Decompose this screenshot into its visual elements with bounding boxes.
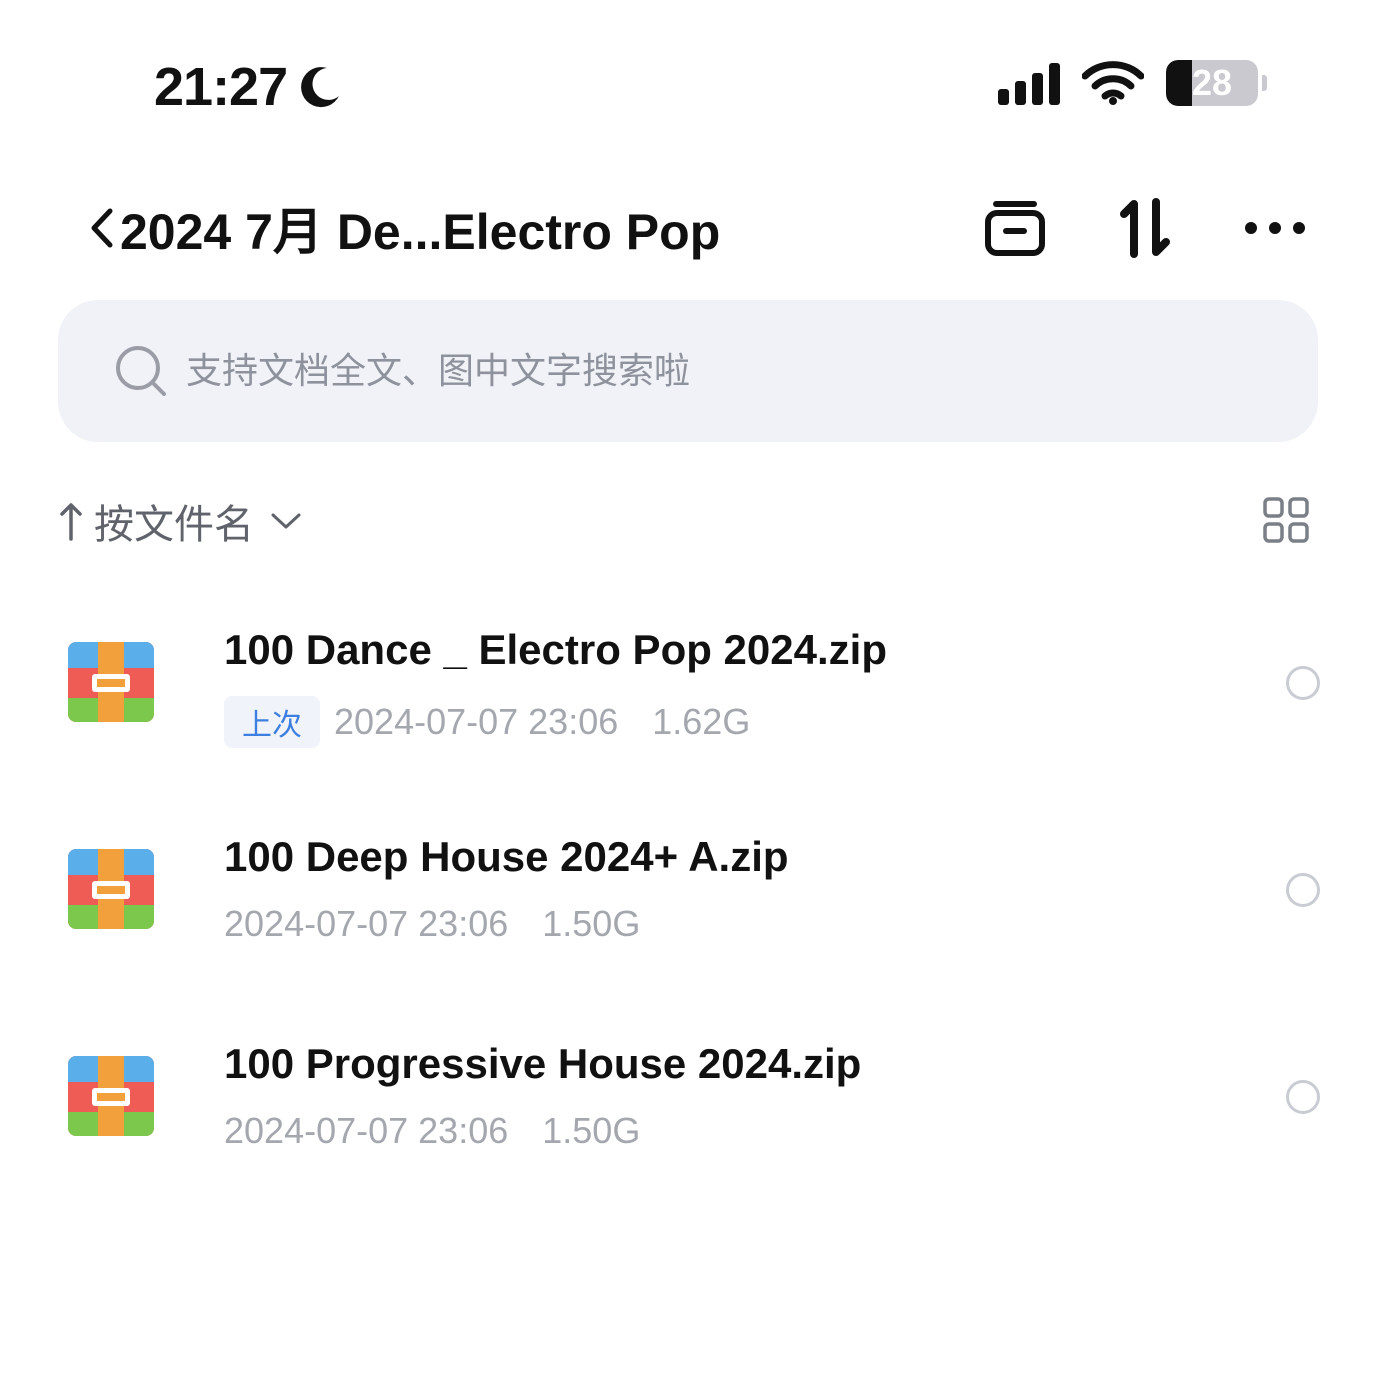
file-date: 2024-07-07 23:06	[334, 701, 619, 742]
page-title: 2024 7月 De...Electro Pop	[120, 204, 721, 260]
status-bar-time: 21:27	[154, 56, 343, 118]
nav-actions	[984, 188, 1306, 268]
file-size: 1.62G	[652, 701, 751, 742]
nav-bar: 2024 7月 De...Electro Pop	[86, 188, 1306, 268]
moon-icon	[301, 67, 340, 108]
battery-cap	[1262, 75, 1267, 91]
file-size: 1.50G	[542, 903, 641, 944]
sort-arrows-icon[interactable]	[1118, 198, 1172, 258]
wifi-icon	[1082, 61, 1144, 105]
sort-label: 按文件名	[94, 503, 254, 547]
bookmark-box-icon[interactable]	[984, 199, 1046, 257]
search-input[interactable]	[186, 350, 1086, 392]
search-bar[interactable]	[58, 300, 1318, 442]
file-meta: 2024-07-07 23:06 1.50G	[224, 1110, 640, 1152]
battery-icon: 28	[1166, 60, 1258, 106]
zip-archive-icon	[68, 642, 154, 722]
list-item[interactable]: 100 Dance _ Electro Pop 2024.zip 上次 2024…	[0, 626, 1376, 776]
select-radio[interactable]	[1286, 666, 1320, 700]
file-browser-screen: 21:27 28 2024 7月 De...Electro Pop 支持文档全文…	[0, 0, 1376, 1376]
battery-indicator: 28	[1166, 60, 1267, 106]
sort-selector[interactable]: 按文件名	[58, 492, 302, 550]
select-radio[interactable]	[1286, 1080, 1320, 1114]
zip-archive-icon	[68, 849, 154, 929]
select-radio[interactable]	[1286, 873, 1320, 907]
chevron-left-icon[interactable]	[86, 205, 116, 251]
more-icon[interactable]	[1244, 221, 1306, 235]
file-name: 100 Dance _ Electro Pop 2024.zip	[224, 626, 887, 673]
file-name: 100 Progressive House 2024.zip	[224, 1040, 862, 1087]
status-bar-indicators: 28	[998, 60, 1267, 106]
time-label: 21:27	[154, 57, 288, 117]
file-date: 2024-07-07 23:06	[224, 903, 509, 944]
search-icon	[116, 346, 166, 396]
file-meta: 上次 2024-07-07 23:06 1.62G	[224, 696, 750, 748]
file-name: 100 Deep House 2024+ A.zip	[224, 833, 789, 880]
list-item[interactable]: 100 Deep House 2024+ A.zip 2024-07-07 23…	[0, 833, 1376, 983]
file-size: 1.50G	[542, 1110, 641, 1151]
list-item[interactable]: 100 Progressive House 2024.zip 2024-07-0…	[0, 1040, 1376, 1190]
arrow-up-icon	[60, 503, 82, 541]
file-date: 2024-07-07 23:06	[224, 1110, 509, 1151]
cellular-signal-icon	[998, 61, 1060, 105]
last-opened-badge: 上次	[224, 696, 320, 748]
battery-level: 28	[1191, 62, 1233, 103]
file-meta: 2024-07-07 23:06 1.50G	[224, 903, 640, 945]
grid-view-icon[interactable]	[1262, 496, 1310, 544]
chevron-down-icon	[271, 513, 301, 529]
zip-archive-icon	[68, 1056, 154, 1136]
